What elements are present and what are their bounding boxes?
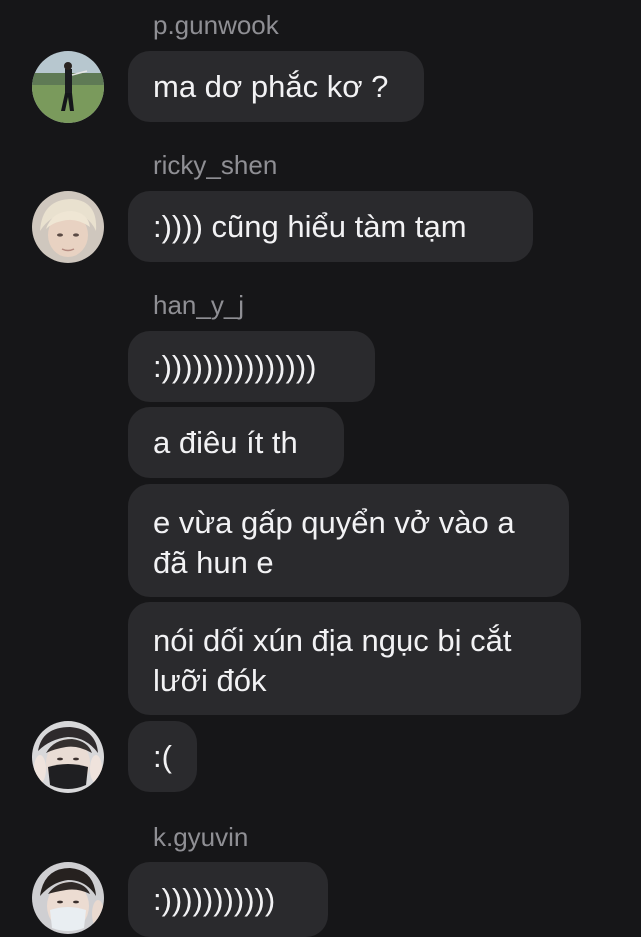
user-avatar-masked-icon[interactable]: [32, 721, 104, 793]
sender-username[interactable]: ricky_shen: [153, 150, 277, 180]
message-bubble[interactable]: e vừa gấp quyển vở vào a đã hun e: [128, 484, 569, 597]
sender-username[interactable]: han_y_j: [153, 290, 244, 320]
message-bubble[interactable]: :(: [128, 721, 197, 792]
user-avatar-masked-2-icon[interactable]: [32, 862, 104, 934]
message-bubble[interactable]: :))))))))))): [128, 862, 328, 937]
sender-username[interactable]: p.gunwook: [153, 10, 279, 40]
message-bubble[interactable]: a điêu ít th: [128, 407, 344, 478]
user-avatar-golfer-icon[interactable]: [32, 51, 104, 123]
message-bubble[interactable]: :)))) cũng hiểu tàm tạm: [128, 191, 533, 262]
message-bubble[interactable]: nói dối xún địa ngục bị cắt lưỡi đók: [128, 602, 581, 715]
user-avatar-blond-icon[interactable]: [32, 191, 104, 263]
message-bubble[interactable]: :))))))))))))))): [128, 331, 375, 402]
sender-username[interactable]: k.gyuvin: [153, 822, 248, 852]
message-bubble[interactable]: ma dơ phắc kơ ?: [128, 51, 424, 122]
